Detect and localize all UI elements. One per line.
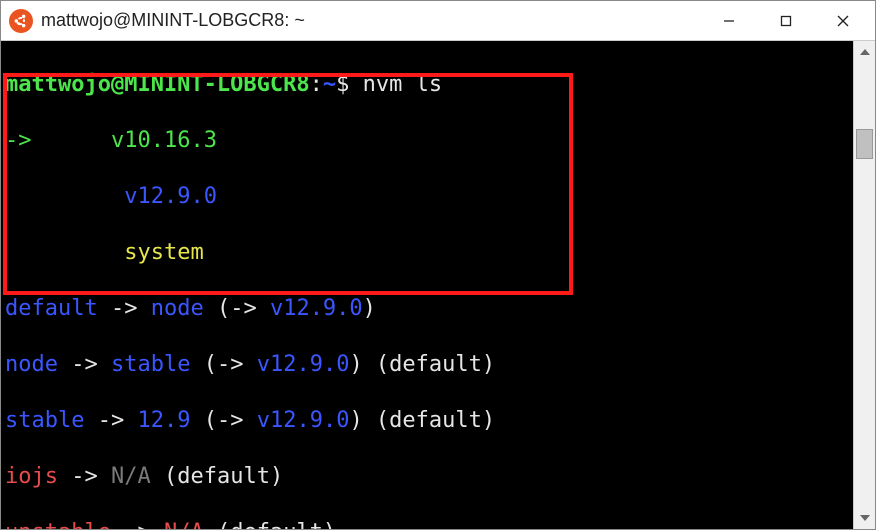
output-line: node -> stable (-> v12.9.0) (default) <box>5 351 853 379</box>
output-line: iojs -> N/A (default) <box>5 463 853 491</box>
output-line: v12.9.0 <box>5 183 853 211</box>
window-title: mattwojo@MININT-LOBGCR8: ~ <box>41 10 700 31</box>
scroll-thumb[interactable] <box>856 129 873 159</box>
minimize-button[interactable] <box>700 2 757 40</box>
prompt-line: mattwojo@MININT-LOBGCR8:~$ nvm ls <box>5 71 853 99</box>
output-line: default -> node (-> v12.9.0) <box>5 295 853 323</box>
terminal-output[interactable]: mattwojo@MININT-LOBGCR8:~$ nvm ls -> v10… <box>1 41 853 529</box>
prompt-path: ~ <box>323 72 336 97</box>
output-line: system <box>5 239 853 267</box>
window-titlebar: mattwojo@MININT-LOBGCR8: ~ <box>1 1 875 41</box>
prompt-userhost: mattwojo@MININT-LOBGCR8 <box>5 72 310 97</box>
ubuntu-icon <box>9 9 33 33</box>
output-line: -> v10.16.3 <box>5 127 853 155</box>
command-text: nvm ls <box>363 72 442 97</box>
output-line: unstable -> N/A (default) <box>5 519 853 529</box>
scrollbar[interactable] <box>853 41 875 529</box>
window-controls <box>700 2 871 40</box>
maximize-button[interactable] <box>757 2 814 40</box>
scroll-down-icon[interactable] <box>854 507 875 529</box>
output-line: stable -> 12.9 (-> v12.9.0) (default) <box>5 407 853 435</box>
scroll-up-icon[interactable] <box>854 41 875 63</box>
terminal-container: mattwojo@MININT-LOBGCR8:~$ nvm ls -> v10… <box>1 41 875 529</box>
close-button[interactable] <box>814 2 871 40</box>
